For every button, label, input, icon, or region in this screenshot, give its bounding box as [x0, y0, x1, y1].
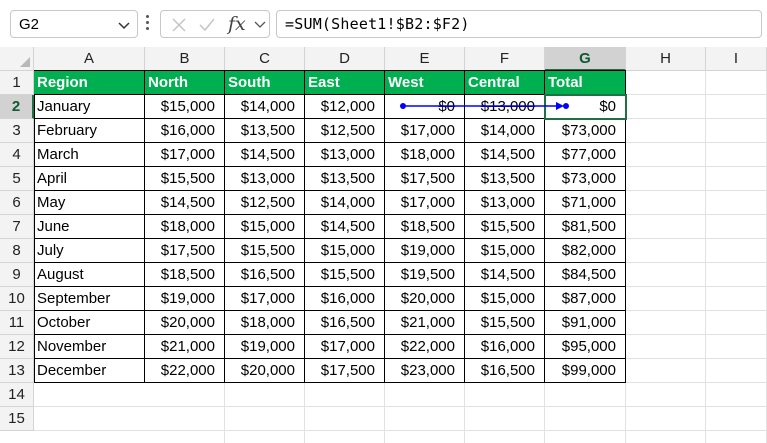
insert-function-icon[interactable]: fx	[228, 13, 246, 35]
formula-tools: fx	[160, 10, 270, 38]
spreadsheet-grid: A B C D E F G H I 1 2 3 4 5 6 7 8 9 10 11 12 13 14 15 Region Nort…	[0, 47, 767, 443]
trace-start-dot	[400, 103, 406, 109]
more-options-icon[interactable]	[146, 15, 150, 33]
chevron-down-icon[interactable]	[117, 18, 131, 32]
chevron-down-icon[interactable]	[254, 20, 266, 30]
formula-input[interactable]: =SUM(Sheet1!$B2:$F2)	[276, 10, 762, 38]
trace-end-dot	[563, 103, 569, 109]
formula-text: =SUM(Sheet1!$B2:$F2)	[285, 15, 470, 33]
trace-arrowhead	[556, 102, 564, 110]
name-box-value: G2	[19, 16, 40, 33]
name-box[interactable]: G2	[10, 10, 138, 38]
trace-precedents-arrow	[400, 102, 569, 110]
cancel-icon[interactable]	[171, 17, 187, 33]
enter-check-icon[interactable]	[198, 17, 216, 33]
formula-bar-area: G2 fx =SUM(Sheet1!$B2:$F2)	[0, 0, 767, 47]
